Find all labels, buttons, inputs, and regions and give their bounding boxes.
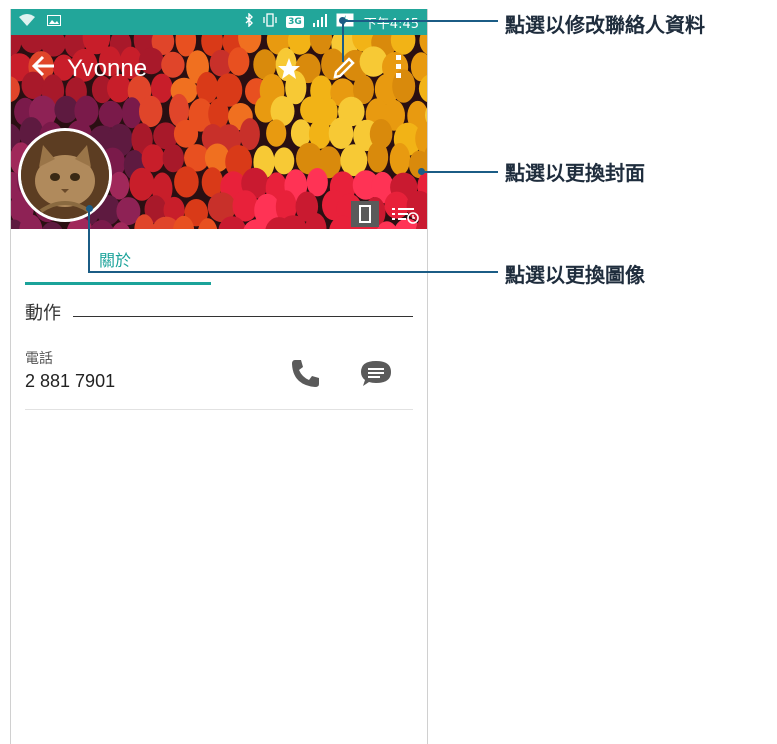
- phone-screen: 3G 下午4:45 Yvonne 關於 動作 電話 2 881 7901: [10, 9, 428, 744]
- list-clock-icon: [392, 208, 419, 224]
- signal-icon: [312, 13, 328, 31]
- callout-photo-line-h: [88, 271, 498, 273]
- callout-edit-line-v: [342, 20, 344, 62]
- phone-icon: [292, 360, 319, 387]
- message-icon: [361, 361, 391, 386]
- phone-number[interactable]: 2 881 7901: [25, 371, 115, 392]
- callout-edit-line-h: [342, 20, 498, 22]
- network-type-badge: 3G: [286, 16, 304, 28]
- change-cover-button[interactable]: [389, 201, 421, 227]
- bluetooth-icon: [245, 12, 254, 31]
- tulip-blossom: [367, 141, 389, 173]
- tulip-blossom: [389, 143, 411, 176]
- callout-change-cover: 點選以更換封面: [505, 161, 645, 185]
- status-bar: 3G 下午4:45: [11, 9, 427, 35]
- tulip-blossom: [174, 166, 199, 198]
- tulip-blossom: [141, 144, 165, 173]
- wifi-icon: [19, 14, 35, 30]
- tab-indicator: [25, 282, 211, 285]
- phone-label: 電話: [25, 351, 53, 367]
- cat-photo: [21, 131, 109, 219]
- tulip-blossom: [273, 147, 295, 175]
- tulip-blossom: [109, 171, 130, 200]
- callout-cover-line: [421, 171, 498, 173]
- tulip-blossom: [266, 119, 287, 147]
- back-arrow-icon: [31, 55, 54, 77]
- cover-layout-button[interactable]: [351, 201, 379, 227]
- image-icon: [47, 14, 61, 30]
- callout-photo-line-v: [88, 209, 90, 272]
- back-button[interactable]: [31, 53, 57, 79]
- actions-section-header: 動作: [25, 303, 61, 324]
- tulip-blossom: [129, 167, 155, 201]
- tulip-blossom: [328, 117, 354, 149]
- tulip-blossom: [98, 100, 123, 128]
- contact-name: Yvonne: [67, 55, 148, 82]
- toolbar: Yvonne: [11, 35, 427, 101]
- favorite-button[interactable]: [277, 57, 301, 81]
- callout-change-photo: 點選以更換圖像: [505, 263, 645, 287]
- call-button[interactable]: [289, 356, 323, 390]
- row-divider: [25, 409, 413, 410]
- phone-frame-icon: [359, 205, 371, 223]
- more-options-button[interactable]: [391, 53, 405, 81]
- status-time: 下午4:45: [363, 16, 419, 32]
- tulip-blossom: [121, 97, 142, 129]
- tulip-blossom: [239, 118, 260, 151]
- tab-about[interactable]: 關於: [99, 247, 131, 271]
- edit-contact-button[interactable]: [331, 55, 357, 81]
- tulip-blossom: [173, 119, 199, 148]
- message-button[interactable]: [359, 358, 393, 390]
- vibrate-icon: [262, 13, 278, 31]
- pencil-icon: [333, 57, 355, 79]
- section-divider: [73, 316, 413, 317]
- star-icon: [278, 58, 300, 79]
- more-vertical-icon: [396, 55, 401, 78]
- callout-edit-contact: 點選以修改聯絡人資料: [505, 13, 705, 37]
- contact-avatar[interactable]: [18, 128, 112, 222]
